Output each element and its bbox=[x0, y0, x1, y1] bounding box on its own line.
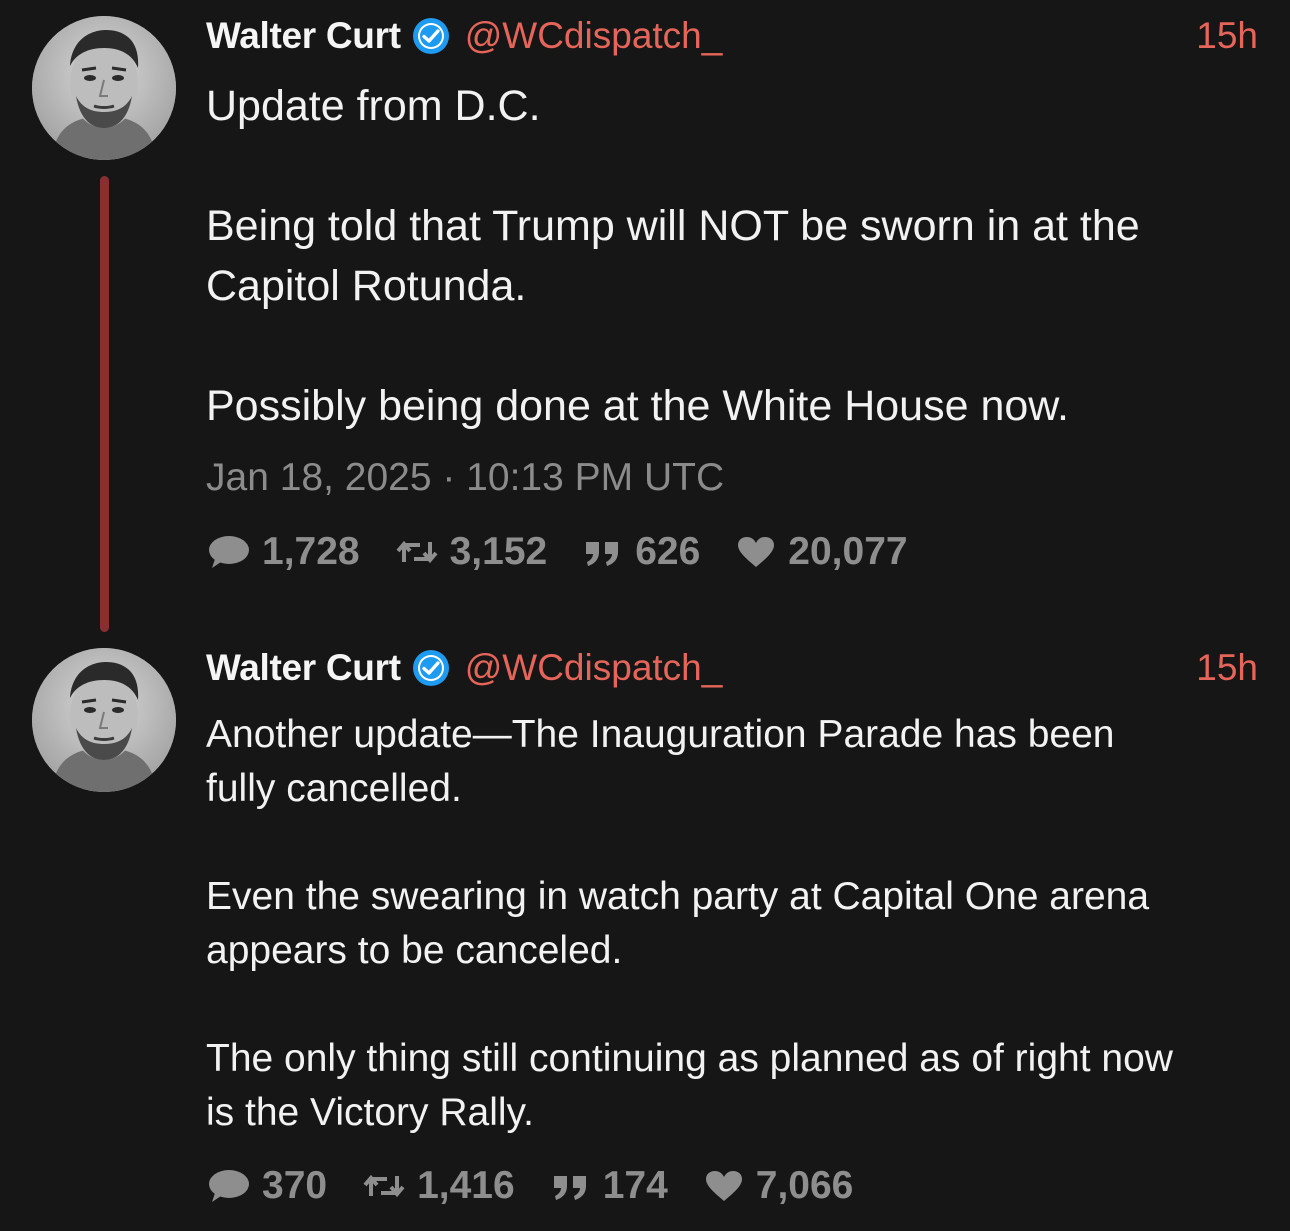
tweet-line: appears to be canceled. bbox=[206, 929, 623, 972]
retweet-arrows-icon bbox=[396, 540, 438, 564]
tweet-line: The only thing still continuing as plann… bbox=[206, 1037, 1173, 1080]
tweet-stats: 1,728 3,152 626 20,077 bbox=[206, 530, 944, 574]
retweet-button[interactable]: 3,152 bbox=[396, 530, 548, 574]
speech-bubble-icon bbox=[209, 1170, 249, 1202]
quote-count: 174 bbox=[602, 1164, 668, 1207]
tweet-stats: 370 1,416 174 7,066 bbox=[206, 1164, 889, 1208]
tweet-2[interactable]: Walter Curt @WCdispatch_ 15h Another upd… bbox=[0, 640, 1290, 1231]
retweet-count: 1,416 bbox=[417, 1164, 515, 1207]
retweet-count: 3,152 bbox=[449, 530, 548, 573]
tweet-time[interactable]: 15h bbox=[1196, 15, 1258, 57]
reply-count: 1,728 bbox=[262, 530, 360, 573]
tweet-text: Update from D.C. Being told that Trump w… bbox=[206, 76, 1266, 436]
retweet-arrows-icon bbox=[363, 1174, 405, 1198]
quote-count: 626 bbox=[635, 530, 701, 573]
quote-button[interactable]: 174 bbox=[551, 1164, 668, 1208]
retweet-button[interactable]: 1,416 bbox=[363, 1164, 515, 1208]
tweet-line: Update from D.C. bbox=[206, 82, 541, 130]
tweet-time[interactable]: 15h bbox=[1196, 647, 1258, 689]
avatar[interactable] bbox=[32, 16, 176, 160]
avatar[interactable] bbox=[32, 648, 176, 792]
speech-bubble-icon bbox=[209, 536, 249, 568]
tweet-header: Walter Curt @WCdispatch_ 15h bbox=[206, 646, 1258, 690]
reply-button[interactable]: 370 bbox=[206, 1164, 327, 1208]
heart-icon bbox=[738, 537, 775, 567]
tweet-date[interactable]: Jan 18, 2025 · 10:13 PM UTC bbox=[206, 456, 724, 500]
verified-badge-icon bbox=[411, 16, 451, 56]
like-button[interactable]: 20,077 bbox=[736, 530, 908, 574]
author-name[interactable]: Walter Curt bbox=[206, 647, 401, 689]
reply-count: 370 bbox=[262, 1164, 328, 1207]
tweet-header: Walter Curt @WCdispatch_ 15h bbox=[206, 14, 1258, 58]
author-handle[interactable]: @WCdispatch_ bbox=[465, 15, 723, 57]
tweet-line: Capitol Rotunda. bbox=[206, 262, 527, 310]
quote-button[interactable]: 626 bbox=[583, 530, 700, 574]
like-count: 20,077 bbox=[788, 530, 908, 573]
tweet-line: Possibly being done at the White House n… bbox=[206, 382, 1069, 430]
tweet-1[interactable]: Walter Curt @WCdispatch_ 15h Update from… bbox=[0, 0, 1290, 640]
thread-connector-line bbox=[100, 176, 109, 632]
heart-icon bbox=[705, 1171, 742, 1201]
tweet-line: Even the swearing in watch party at Capi… bbox=[206, 875, 1150, 918]
like-count: 7,066 bbox=[755, 1164, 854, 1207]
author-name[interactable]: Walter Curt bbox=[206, 15, 401, 57]
like-button[interactable]: 7,066 bbox=[704, 1164, 854, 1208]
verified-badge-icon bbox=[411, 648, 451, 688]
tweet-line: is the Victory Rally. bbox=[206, 1091, 534, 1134]
tweet-line: fully cancelled. bbox=[206, 767, 462, 810]
author-handle[interactable]: @WCdispatch_ bbox=[465, 647, 723, 689]
tweet-text: Another update—The Inauguration Parade h… bbox=[206, 708, 1266, 1140]
tweet-line: Being told that Trump will NOT be sworn … bbox=[206, 202, 1140, 250]
quote-marks-icon bbox=[553, 1176, 586, 1200]
reply-button[interactable]: 1,728 bbox=[206, 530, 360, 574]
tweet-line: Another update—The Inauguration Parade h… bbox=[206, 713, 1115, 756]
quote-marks-icon bbox=[586, 542, 619, 566]
